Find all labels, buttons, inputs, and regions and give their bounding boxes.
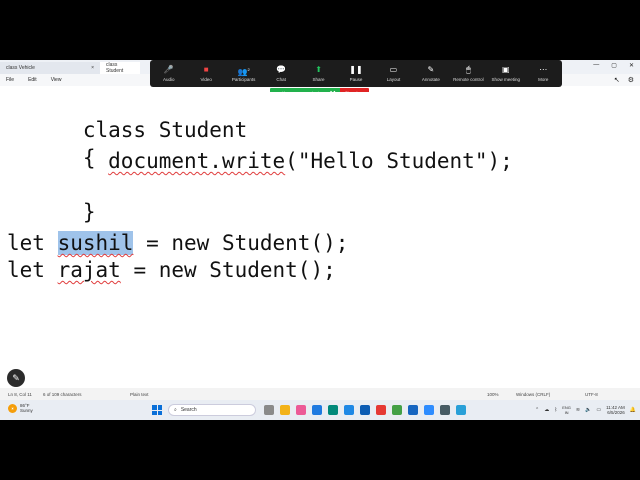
- weather-desc: Sunny: [20, 408, 33, 413]
- zoom-toolbar: 🎤 Audio ■ Video 👥2 Participants 💬 Chat ⬆…: [150, 60, 562, 87]
- audio-button[interactable]: 🎤 Audio: [150, 64, 187, 82]
- system-tray: ⌃ ☁ ᛒ ENG IN ≋ 🔈 ▭ 11:42 AM 6/5/2026 🔔: [535, 402, 636, 418]
- weather-widget[interactable]: ☀ 86°F Sunny: [8, 403, 33, 413]
- menu-view[interactable]: View: [51, 77, 62, 83]
- code-line-3: document.write("Hello Student");: [108, 149, 513, 173]
- video-button[interactable]: ■ Video: [187, 64, 224, 82]
- photos-icon[interactable]: [408, 405, 418, 415]
- pause-button[interactable]: ❚❚ Pause: [337, 64, 374, 82]
- search-placeholder: Search: [180, 407, 197, 413]
- menu-file[interactable]: File: [6, 77, 14, 83]
- minimize-icon[interactable]: —: [593, 62, 599, 69]
- hp-icon[interactable]: [360, 405, 370, 415]
- tab-label: class Student: [106, 62, 124, 74]
- zoom-level: 100%: [487, 392, 499, 397]
- remote-control-icon: 🖱: [465, 65, 471, 74]
- layout-button[interactable]: ▭ Layout: [375, 64, 412, 82]
- more-icon: ⋯: [539, 65, 548, 74]
- taskbar: ☀ 86°F Sunny ⌕ Search ⌃ ☁ ᛒ ENG IN ≋ 🔈 ▭…: [0, 400, 640, 420]
- screen: class Vehicle × class Student — ▢ ✕ File…: [0, 60, 640, 420]
- store-icon[interactable]: [344, 405, 354, 415]
- notepad-icon[interactable]: [456, 405, 466, 415]
- annotate-button[interactable]: ✎ Annotate: [412, 64, 449, 82]
- window-controls: — ▢ ✕: [593, 62, 634, 69]
- participants-icon: 👥2: [237, 67, 250, 77]
- wifi-icon[interactable]: ≋: [576, 407, 580, 413]
- sun-icon: ☀: [8, 403, 17, 413]
- file-explorer-icon[interactable]: [280, 405, 290, 415]
- show-meeting-button[interactable]: ▣ Show meeting: [487, 64, 524, 82]
- battery-icon[interactable]: ▭: [596, 407, 601, 413]
- encoding: UTF-8: [585, 392, 598, 397]
- more-button[interactable]: ⋯ More: [525, 64, 562, 82]
- line-ending: Windows (CRLF): [516, 392, 551, 397]
- taskbar-search[interactable]: ⌕ Search: [168, 404, 256, 416]
- share-button[interactable]: ⬆ Share: [300, 64, 337, 82]
- cloud-icon[interactable]: ☁: [544, 407, 549, 413]
- misspelled-word: rajat: [57, 258, 121, 282]
- video-off-icon: ■: [203, 65, 209, 74]
- tab-class-vehicle[interactable]: class Vehicle ×: [0, 62, 100, 74]
- pen-icon: ✎: [427, 65, 435, 74]
- participants-badge: 2: [247, 67, 250, 72]
- selection-count: 6 of 109 characters: [43, 392, 82, 397]
- code-line-5: let sushil = new Student();: [7, 231, 349, 255]
- status-bar: Ln 8, Col 11 6 of 109 characters Plain t…: [0, 388, 640, 400]
- show-meeting-icon: ▣: [502, 65, 510, 74]
- copilot-icon[interactable]: [296, 405, 306, 415]
- layout-icon: ▭: [389, 65, 398, 74]
- windows-logo-icon: [152, 405, 157, 410]
- search-icon: ⌕: [174, 407, 177, 413]
- task-view-icon[interactable]: [264, 405, 274, 415]
- close-window-icon[interactable]: ✕: [629, 62, 634, 69]
- misspelled-word: document.write: [108, 149, 286, 173]
- bluetooth-icon[interactable]: ᛒ: [554, 407, 557, 413]
- chat-button[interactable]: 💬 Chat: [262, 64, 299, 82]
- vscode-icon[interactable]: [440, 405, 450, 415]
- pen-icon: ✎: [12, 372, 20, 383]
- mail-icon[interactable]: [312, 405, 322, 415]
- zoom-app-icon[interactable]: [424, 405, 434, 415]
- settings-icon[interactable]: ⚙: [628, 76, 634, 84]
- microphone-icon: 🎤: [163, 65, 174, 74]
- clock[interactable]: 11:42 AM 6/5/2026: [606, 405, 625, 415]
- notification-bell-icon[interactable]: 🔔: [630, 407, 636, 413]
- start-button[interactable]: [152, 405, 162, 415]
- tab-label: class Vehicle: [6, 65, 35, 71]
- text-editor[interactable]: class Student { document.write("Hello St…: [0, 92, 640, 388]
- remote-control-button[interactable]: 🖱 Remote control: [450, 64, 487, 82]
- maximize-icon[interactable]: ▢: [611, 62, 617, 69]
- menu-right-icons: ↖ ⚙: [614, 76, 634, 84]
- language-indicator[interactable]: ENG IN: [562, 405, 571, 415]
- selected-text: sushil: [57, 231, 134, 255]
- pause-icon: ❚❚: [349, 65, 363, 74]
- cursor-position: Ln 8, Col 11: [8, 392, 32, 397]
- chevron-up-icon[interactable]: ⌃: [535, 407, 539, 413]
- code-line-6: let rajat = new Student();: [7, 258, 336, 282]
- menu-edit[interactable]: Edit: [28, 77, 37, 83]
- edge-icon[interactable]: [328, 405, 338, 415]
- close-icon[interactable]: ×: [91, 65, 94, 71]
- tab-class-student[interactable]: class Student: [100, 62, 140, 74]
- youtube-icon[interactable]: [376, 405, 386, 415]
- volume-icon[interactable]: 🔈: [585, 407, 591, 413]
- chat-icon: 💬: [276, 65, 287, 74]
- chrome-icon[interactable]: [392, 405, 402, 415]
- annotation-pen-button[interactable]: ✎: [7, 369, 25, 387]
- text-format: Plain text: [130, 392, 149, 397]
- participants-button[interactable]: 👥2 Participants: [225, 64, 262, 82]
- pointer-icon[interactable]: ↖: [614, 76, 620, 84]
- clock-date: 6/5/2026: [607, 410, 625, 415]
- share-screen-icon: ⬆: [315, 65, 322, 74]
